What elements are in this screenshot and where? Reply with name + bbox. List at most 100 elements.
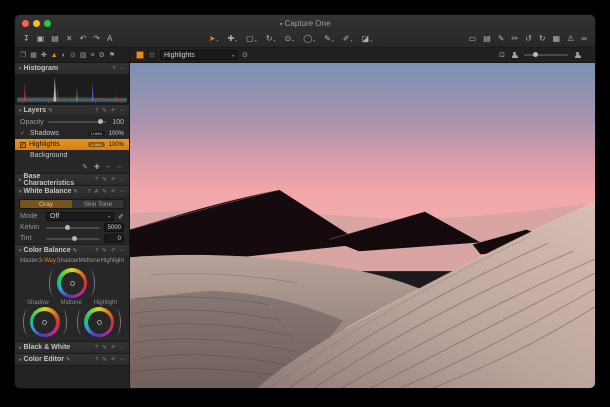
tab-adjustments-icon[interactable]: ▲ <box>51 52 58 59</box>
tab-color-icon[interactable]: ◐ <box>62 52 66 59</box>
tab-library-icon[interactable]: ❐ <box>20 52 26 59</box>
tab-3-way[interactable]: 3-Way <box>39 258 56 264</box>
export-icon[interactable]: ▤ <box>51 35 59 43</box>
tab-master[interactable]: Master <box>20 258 38 264</box>
tab-output-icon[interactable]: ⚑ <box>109 52 115 59</box>
zoom-window-button[interactable] <box>44 20 51 27</box>
more-icon[interactable]: ⋯ <box>120 189 126 195</box>
erase-mask-tool-button[interactable]: ✐▾ <box>343 35 353 43</box>
straighten-tool-button[interactable]: ↻▾ <box>266 35 276 43</box>
edit-layer-select[interactable]: Highlights ▾ <box>160 50 238 60</box>
spot-remove-tool-button[interactable]: ◯▾ <box>303 35 315 43</box>
more-icon[interactable]: ⋯ <box>120 345 126 351</box>
brush-icon[interactable]: ✎ <box>102 189 107 195</box>
reset-icon[interactable]: ↶ <box>111 108 116 114</box>
rotate-cw-icon[interactable]: ↻ <box>539 35 546 43</box>
reset-icon[interactable]: ↶ <box>111 345 116 351</box>
layers-header[interactable]: ▾ Layers ✎ ? ✎ ↶ ⋯ <box>15 105 129 116</box>
color-editor-header[interactable]: ▸ Color Editor ✎ ? ✎ ↶ ⋯ <box>15 354 129 365</box>
disclosure-open-icon[interactable]: ▾ <box>19 108 22 114</box>
import-icon[interactable]: ↧ <box>23 35 30 43</box>
brush-icon[interactable]: ✎ <box>102 345 107 351</box>
help-icon[interactable]: ? <box>95 345 98 351</box>
layer-loupe-icon[interactable]: ⊙ <box>242 52 248 59</box>
base-characteristics-header[interactable]: ▸ Base Characteristics ? ✎ ↶ ⋯ <box>15 174 129 185</box>
more-icon[interactable]: ⋯ <box>120 248 126 254</box>
tint-value[interactable]: 0 <box>104 234 124 243</box>
reset-icon[interactable]: ↶ <box>111 189 116 195</box>
tint-slider-knob[interactable] <box>72 236 77 241</box>
color-balance-header[interactable]: ▾ Color Balance ✎ ? ✎ ↶ ⋯ <box>15 245 129 256</box>
help-icon[interactable]: ? <box>112 66 115 72</box>
layer-color-swatch[interactable] <box>136 51 144 59</box>
lightness-arc[interactable] <box>116 309 121 335</box>
tab-settings-icon[interactable]: ⚙ <box>99 52 105 59</box>
rotate-ccw-icon[interactable]: ↺ <box>525 35 532 43</box>
title-bar[interactable]: ▾Capture One <box>15 15 595 31</box>
tab-shadow[interactable]: Shadow <box>57 258 79 264</box>
disclosure-open-icon[interactable]: ▾ <box>19 189 22 195</box>
white-balance-header[interactable]: ▾ White Balance ✎ ? A ✎ ↶ ⋯ <box>15 186 129 197</box>
draw-mask-tool-button[interactable]: ✎▾ <box>324 35 334 43</box>
kelvin-slider[interactable] <box>46 227 100 229</box>
black-white-header[interactable]: ▸ Black & White ? ✎ ↶ ⋯ <box>15 342 129 353</box>
opacity-slider-knob[interactable] <box>98 119 103 124</box>
exposure-warning-icon[interactable]: ⚠ <box>567 35 574 43</box>
layer-row-highlights[interactable]: ✓ Highlights LUMA 100% <box>15 139 129 150</box>
disclosure-closed-icon[interactable]: ▸ <box>19 177 22 183</box>
kelvin-slider-knob[interactable] <box>65 225 70 230</box>
tab-gray[interactable]: Gray <box>20 200 72 208</box>
more-icon[interactable]: ⋯ <box>120 66 126 72</box>
mask-visibility-icon[interactable] <box>148 51 156 59</box>
capture-icon[interactable]: ▣ <box>37 35 45 43</box>
brush-icon[interactable]: ✎ <box>102 177 107 183</box>
select-tool-button[interactable]: ➤▾ <box>209 35 219 43</box>
add-layer-icon[interactable]: ✚ <box>94 163 100 171</box>
zoom-slider[interactable] <box>524 54 568 56</box>
viewer-toggle-icon[interactable]: ▭ <box>469 35 477 43</box>
more-icon[interactable]: ⋯ <box>120 177 126 183</box>
pan-tool-button[interactable]: ✚▾ <box>227 35 237 43</box>
remove-layer-icon[interactable]: − <box>106 164 110 171</box>
tint-slider[interactable] <box>46 238 100 240</box>
layer-row-background[interactable]: Background <box>15 150 129 161</box>
draw-mask-icon[interactable]: ✎ <box>82 163 88 171</box>
close-window-button[interactable] <box>22 20 29 27</box>
redo-icon[interactable]: ↷ <box>93 35 100 43</box>
histogram-header[interactable]: ▾ Histogram ? ⋯ <box>15 63 129 74</box>
highlight-color-wheel[interactable] <box>84 307 114 337</box>
layer-row-shadows[interactable]: ✓ Shadows LUMA 100% <box>15 128 129 139</box>
saturation-arc[interactable] <box>77 309 82 335</box>
auto-adjust-icon[interactable]: A <box>95 189 99 195</box>
tab-crop-icon[interactable]: ▧ <box>80 52 87 59</box>
help-icon[interactable]: ? <box>88 189 91 195</box>
tab-midtone[interactable]: Midtone <box>79 258 100 264</box>
help-icon[interactable]: ? <box>95 248 98 254</box>
shadow-color-wheel[interactable] <box>30 307 60 337</box>
help-icon[interactable]: ? <box>95 357 98 363</box>
brush-icon[interactable]: ✎ <box>102 248 107 254</box>
wb-eyedropper-icon[interactable]: ✐ <box>118 213 124 221</box>
reset-icon[interactable]: ↶ <box>111 357 116 363</box>
gradient-mask-tool-button[interactable]: ◪▾ <box>362 35 373 43</box>
saturation-arc[interactable] <box>49 270 54 296</box>
disclosure-closed-icon[interactable]: ▸ <box>19 345 22 351</box>
tab-skin-tone[interactable]: Skin Tone <box>72 200 124 208</box>
disclosure-closed-icon[interactable]: ▸ <box>19 357 22 363</box>
image-viewer[interactable] <box>130 63 595 388</box>
browser-toggle-icon[interactable]: ▤ <box>483 35 491 43</box>
proofing-icon[interactable]: ∞ <box>581 35 587 43</box>
disclosure-open-icon[interactable]: ▾ <box>19 66 22 72</box>
user-icon[interactable] <box>511 52 518 59</box>
reset-icon[interactable]: ↶ <box>111 177 116 183</box>
more-icon[interactable]: ⋯ <box>120 108 126 114</box>
tab-details-icon[interactable]: ⊙ <box>70 52 76 59</box>
lightness-arc[interactable] <box>90 270 95 296</box>
tab-capture-icon[interactable]: ▦ <box>30 52 37 59</box>
opacity-slider[interactable] <box>48 121 106 123</box>
kelvin-value[interactable]: 5000 <box>104 223 124 232</box>
undo-icon[interactable]: ↶ <box>80 35 87 43</box>
layer-checkbox[interactable]: ✓ <box>20 142 26 148</box>
disclosure-open-icon[interactable]: ▾ <box>19 248 22 254</box>
tab-tether-icon[interactable]: ✚ <box>41 52 47 59</box>
